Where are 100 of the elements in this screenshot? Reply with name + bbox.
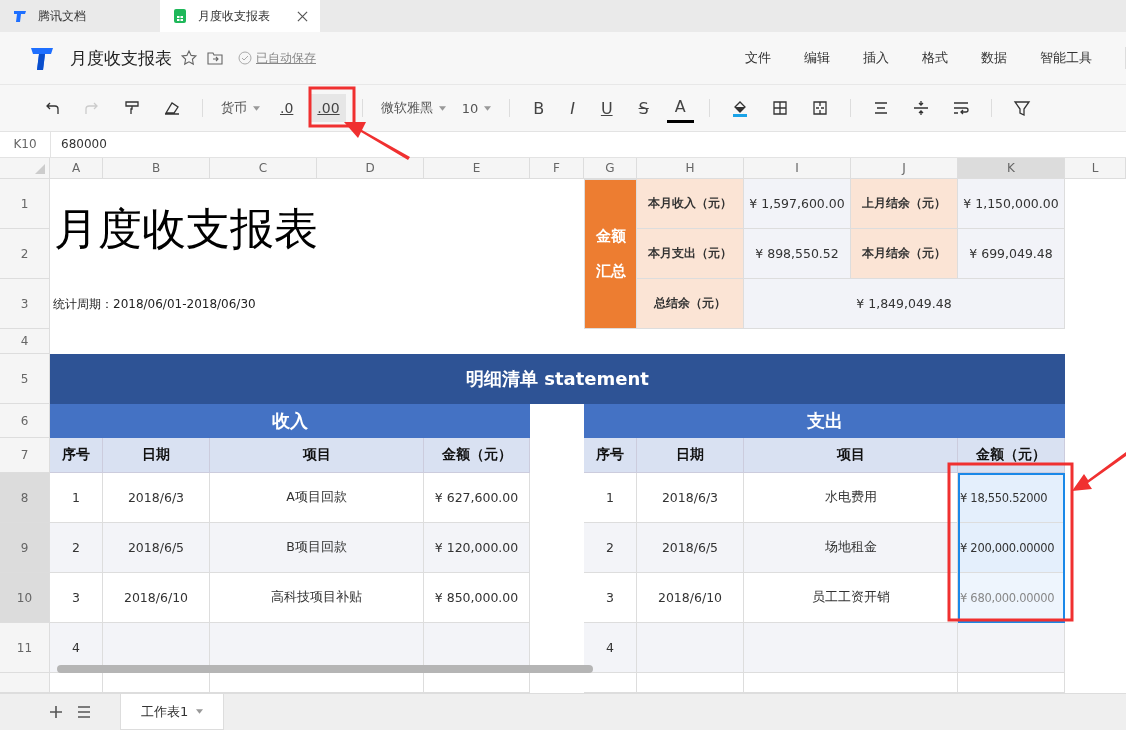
table-cell: 1 bbox=[50, 473, 103, 523]
table-cell: ¥ 200,000.00000 bbox=[958, 523, 1065, 573]
pointer-arrow bbox=[344, 122, 410, 160]
table-cell: 高科技项目补贴 bbox=[210, 573, 424, 623]
browser-tab[interactable]: 月度收支报表 bbox=[160, 0, 320, 32]
table-header-cell: 金额（元） bbox=[958, 438, 1065, 473]
filter-icon[interactable] bbox=[1012, 99, 1031, 117]
row-header[interactable]: 8 bbox=[0, 473, 50, 523]
menu-item[interactable]: 智能工具 bbox=[1040, 49, 1092, 67]
wrap-text-icon[interactable] bbox=[951, 99, 970, 117]
column-header[interactable]: I bbox=[744, 158, 851, 179]
row-header[interactable]: 1 bbox=[0, 179, 50, 229]
row-header[interactable]: 10 bbox=[0, 573, 50, 623]
menu-item[interactable]: 格式 bbox=[922, 49, 948, 67]
sheet-tab[interactable]: 工作表1 bbox=[120, 694, 225, 730]
table-cell: 2018/6/3 bbox=[637, 473, 744, 523]
vertical-align-icon[interactable] bbox=[911, 99, 930, 117]
summary-value-cell: ¥ 1,150,000.00 bbox=[958, 179, 1065, 229]
table-cell: ¥ 120,000.00 bbox=[424, 523, 530, 573]
menu-item[interactable]: 数据 bbox=[981, 49, 1007, 67]
text-style-button[interactable]: I bbox=[562, 94, 583, 122]
summary-value-cell: ¥ 898,550.52 bbox=[744, 229, 851, 279]
column-header[interactable]: K bbox=[958, 158, 1065, 179]
summary-label-cell: 本月结余（元） bbox=[851, 229, 958, 279]
text-style-button[interactable]: U bbox=[592, 94, 621, 122]
period-text: 统计周期：2018/06/01-2018/06/30 bbox=[52, 295, 257, 313]
section-title-cell: 收入 bbox=[50, 404, 530, 438]
close-icon[interactable] bbox=[297, 10, 308, 22]
row-header[interactable]: 2 bbox=[0, 229, 50, 279]
highlight-frame bbox=[308, 86, 356, 128]
browser-tab[interactable]: 腾讯文档 bbox=[0, 0, 160, 32]
table-cell: 2018/6/5 bbox=[637, 523, 744, 573]
summary-value-cell: ¥ 699,049.48 bbox=[958, 229, 1065, 279]
add-icon[interactable] bbox=[48, 704, 64, 720]
text-style-button[interactable]: A bbox=[666, 93, 694, 123]
check-circle-icon bbox=[238, 51, 252, 65]
table-cell: 2018/6/3 bbox=[103, 473, 210, 523]
decimal-button[interactable]: .0 bbox=[274, 94, 300, 122]
menu-item[interactable]: 编辑 bbox=[804, 49, 830, 67]
text-style-button[interactable]: S bbox=[630, 94, 657, 122]
table-cell: 员工工资开销 bbox=[744, 573, 958, 623]
table-cell: 2018/6/10 bbox=[637, 573, 744, 623]
row-header[interactable]: 3 bbox=[0, 279, 50, 329]
column-header[interactable]: C bbox=[210, 158, 317, 179]
table-cell: 水电费用 bbox=[744, 473, 958, 523]
cell-reference[interactable]: K10 bbox=[0, 132, 51, 157]
table-cell: ¥ 850,000.00 bbox=[424, 573, 530, 623]
formula-field[interactable]: 680000 bbox=[51, 132, 1126, 157]
table-cell: 3 bbox=[584, 573, 637, 623]
format-painter-icon[interactable] bbox=[123, 99, 141, 117]
tab-label: 腾讯文档 bbox=[38, 7, 86, 25]
table-cell: 4 bbox=[584, 623, 637, 673]
summary-value-cell: ¥ 1,849,049.48 bbox=[744, 279, 1065, 329]
font-dropdown[interactable]: 微软雅黑 bbox=[372, 95, 454, 121]
table-cell: 2018/6/5 bbox=[103, 523, 210, 573]
pointer-arrow bbox=[1072, 452, 1126, 491]
summary-label-cell: 总结余（元） bbox=[637, 279, 744, 329]
decimal-button[interactable]: .00 bbox=[311, 94, 346, 122]
row-header[interactable]: 7 bbox=[0, 438, 50, 473]
table-cell: 2 bbox=[584, 523, 637, 573]
column-header[interactable]: L bbox=[1065, 158, 1126, 179]
column-header[interactable]: F bbox=[530, 158, 584, 179]
summary-heading-cell: 金额 汇总 bbox=[584, 179, 637, 329]
save-status-link[interactable]: 已自动保存 bbox=[256, 49, 316, 67]
merge-cells-icon[interactable] bbox=[810, 99, 829, 117]
caret-icon bbox=[196, 709, 204, 714]
row-header[interactable]: 11 bbox=[0, 623, 50, 673]
menu-item[interactable]: 文件 bbox=[745, 49, 771, 67]
tab-label: 月度收支报表 bbox=[198, 7, 270, 25]
column-header[interactable]: E bbox=[424, 158, 530, 179]
column-header[interactable]: H bbox=[637, 158, 744, 179]
folder-move-icon[interactable] bbox=[206, 49, 224, 67]
summary-label-cell: 本月支出（元） bbox=[637, 229, 744, 279]
table-cell: 场地租金 bbox=[744, 523, 958, 573]
star-icon[interactable] bbox=[180, 49, 198, 67]
table-header-cell: 金额（元） bbox=[424, 438, 530, 473]
summary-label-cell: 本月收入（元） bbox=[637, 179, 744, 229]
row-header[interactable]: 4 bbox=[0, 329, 50, 354]
row-header[interactable]: 5 bbox=[0, 354, 50, 404]
text-style-button[interactable]: B bbox=[525, 94, 553, 122]
number-format-dropdown[interactable]: 货币 bbox=[213, 95, 268, 121]
table-header-cell: 序号 bbox=[584, 438, 637, 473]
document-title[interactable]: 月度收支报表 bbox=[70, 46, 172, 70]
summary-value-cell: ¥ 1,597,600.00 bbox=[744, 179, 851, 229]
borders-icon[interactable] bbox=[770, 99, 789, 117]
row-header[interactable]: 9 bbox=[0, 523, 50, 573]
column-header[interactable]: A bbox=[50, 158, 103, 179]
font-size-dropdown[interactable]: 10 bbox=[453, 96, 500, 120]
menu-icon[interactable] bbox=[76, 704, 92, 720]
row-header[interactable]: 6 bbox=[0, 404, 50, 438]
column-header[interactable]: G bbox=[584, 158, 637, 179]
column-header[interactable]: D bbox=[317, 158, 424, 179]
column-header[interactable]: B bbox=[103, 158, 210, 179]
menu-item[interactable]: 插入 bbox=[863, 49, 889, 67]
fill-color-icon[interactable] bbox=[730, 99, 749, 117]
column-header[interactable]: J bbox=[851, 158, 958, 179]
caret-icon bbox=[484, 105, 492, 111]
scrollbar-thumb[interactable] bbox=[57, 665, 593, 673]
table-header-cell: 日期 bbox=[637, 438, 744, 473]
sheet-icon bbox=[172, 8, 188, 24]
